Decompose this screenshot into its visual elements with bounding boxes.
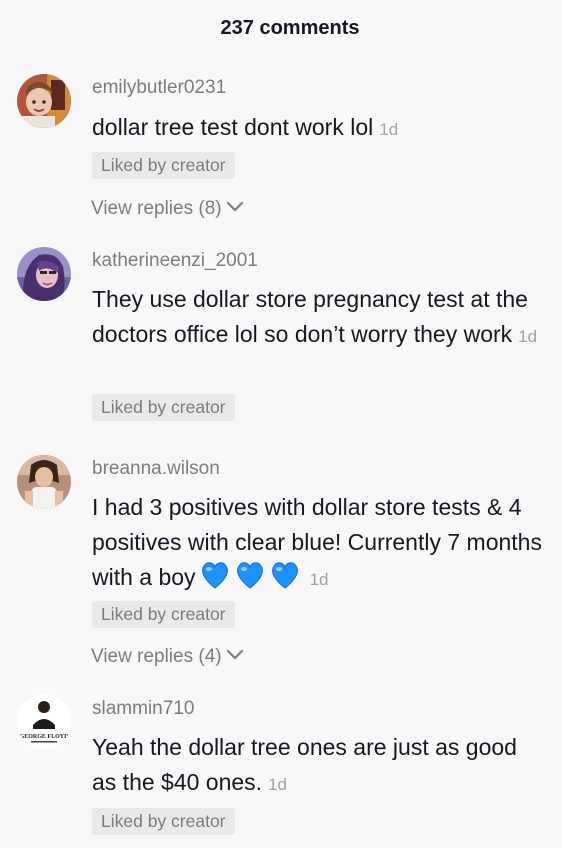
comment-username[interactable]: slammin710 — [92, 698, 194, 720]
comment-text: Yeah the dollar tree ones are just as go… — [92, 734, 517, 795]
avatar-photo-icon — [17, 247, 71, 301]
avatar[interactable] — [17, 455, 71, 509]
liked-by-creator-badge: Liked by creator — [92, 601, 235, 628]
liked-by-creator-badge: Liked by creator — [92, 152, 235, 179]
avatar[interactable] — [17, 74, 71, 128]
comment-time: 1d — [379, 120, 399, 139]
comment-text-block: I had 3 positives with dollar store test… — [92, 490, 547, 600]
comment-time: 1d — [518, 327, 538, 346]
comment-text: They use dollar store pregnancy test at … — [92, 286, 528, 347]
avatar[interactable]: GEORGE FLOYD — [17, 695, 71, 749]
comment-text-block: They use dollar store pregnancy test at … — [92, 282, 547, 354]
view-replies-label: View replies (4) — [91, 646, 222, 667]
comment-username[interactable]: emilybutler0231 — [92, 77, 226, 99]
comment-text-block: Yeah the dollar tree ones are just as go… — [92, 730, 547, 802]
avatar-photo-icon — [17, 74, 71, 128]
view-replies-button[interactable]: View replies (4) — [91, 646, 245, 668]
blue-heart-icon — [236, 562, 263, 589]
liked-by-creator-badge: Liked by creator — [92, 808, 235, 835]
liked-by-creator-badge: Liked by creator — [92, 394, 235, 421]
comment-text: dollar tree test dont work lol — [92, 114, 374, 140]
avatar-logo-icon: GEORGE FLOYD — [17, 695, 71, 749]
blue-heart-icon — [271, 562, 298, 589]
comment-time: 1d — [309, 570, 329, 589]
comment-username[interactable]: katherineenzi_2001 — [92, 250, 258, 272]
blue-heart-icon — [201, 562, 228, 589]
chevron-down-icon — [225, 198, 245, 220]
view-replies-button[interactable]: View replies (8) — [91, 198, 245, 220]
avatar[interactable] — [17, 247, 71, 301]
blue-heart-emoji: 💙💙💙 — [200, 560, 304, 600]
comments-header: 237 comments — [0, 0, 562, 56]
view-replies-label: View replies (8) — [91, 198, 222, 219]
chevron-down-icon — [225, 646, 245, 668]
comment-username[interactable]: breanna.wilson — [92, 458, 220, 480]
comment-time: 1d — [268, 775, 287, 794]
avatar-logo-text: GEORGE FLOYD — [20, 734, 70, 740]
comments-count-title: 237 comments — [220, 16, 360, 39]
comment-text-block: dollar tree test dont work lol 1d — [92, 110, 547, 147]
avatar-photo-icon — [17, 455, 71, 509]
